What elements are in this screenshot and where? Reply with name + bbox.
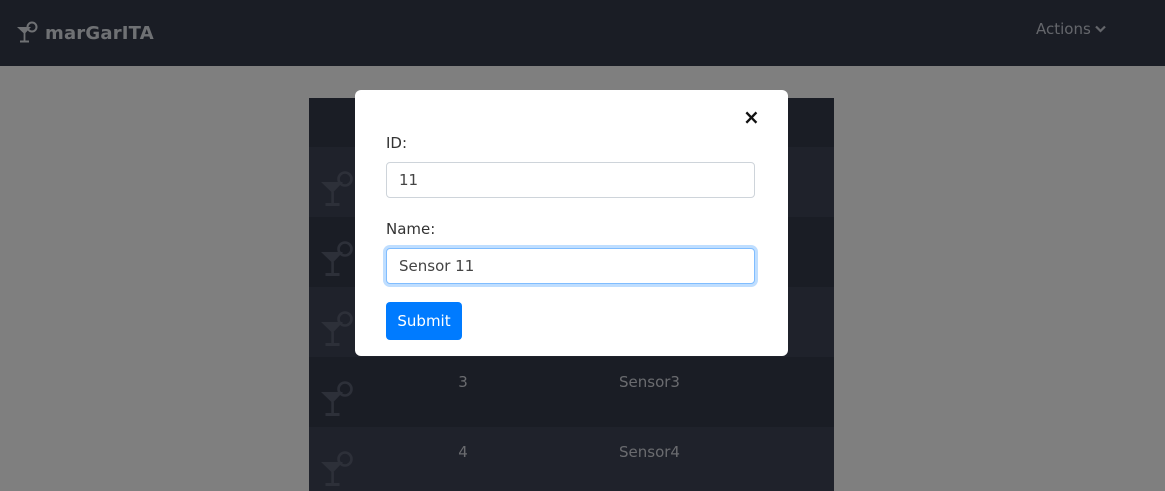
id-input[interactable] (386, 162, 755, 198)
close-button[interactable]: × (743, 105, 760, 129)
submit-button[interactable]: Submit (386, 302, 462, 340)
name-label: Name: (386, 220, 436, 238)
close-icon: × (743, 105, 760, 129)
id-label: ID: (386, 134, 408, 152)
name-input[interactable] (386, 248, 755, 284)
sensor-modal: × ID: Name: Submit (355, 90, 788, 356)
